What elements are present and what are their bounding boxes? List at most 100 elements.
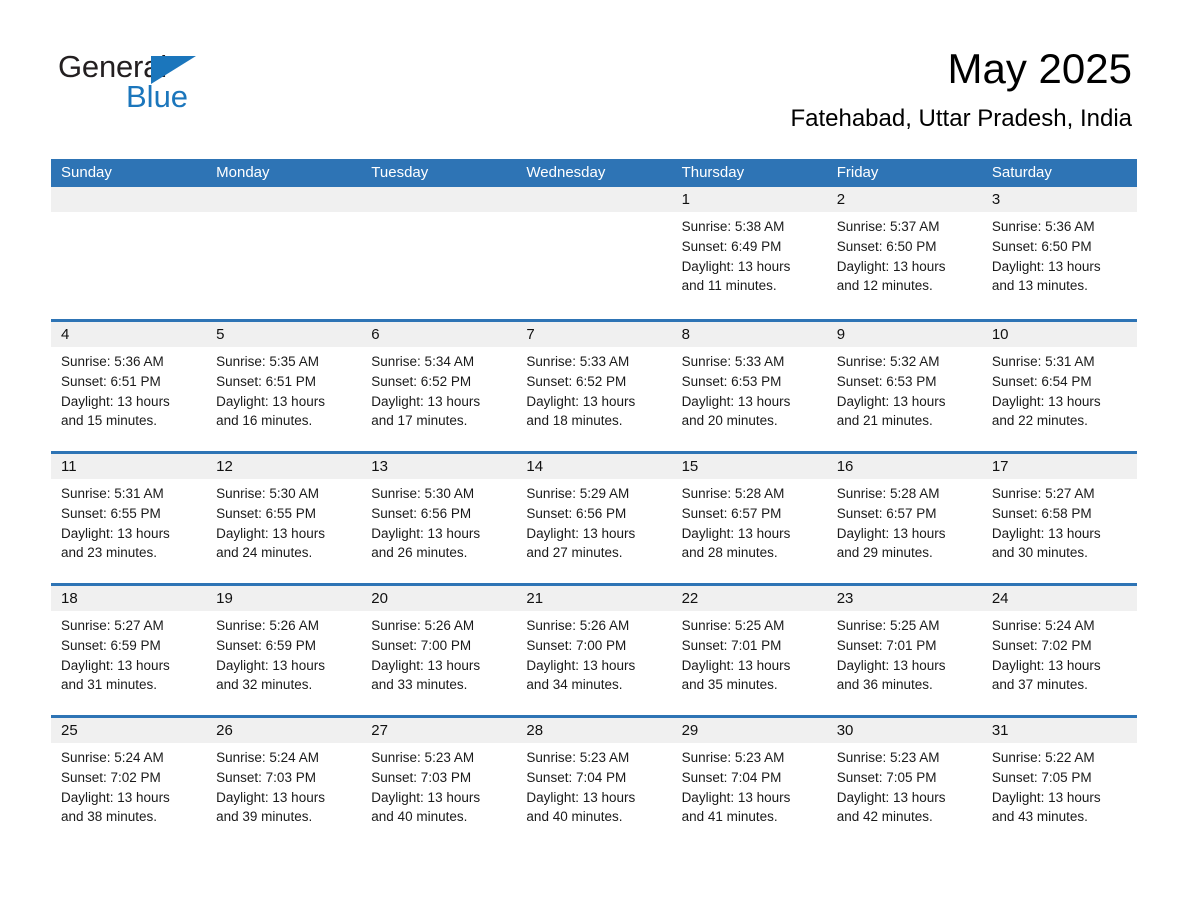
day-details: Sunrise: 5:34 AM Sunset: 6:52 PM Dayligh… [361, 347, 516, 431]
day-details: Sunrise: 5:26 AM Sunset: 7:00 PM Dayligh… [516, 611, 671, 695]
title-block: May 2025 Fatehabad, Uttar Pradesh, India [790, 44, 1132, 134]
day-cell[interactable]: 16 Sunrise: 5:28 AM Sunset: 6:57 PM Dayl… [826, 454, 982, 583]
sunrise-text: Sunrise: 5:30 AM [371, 486, 475, 501]
day-cell[interactable]: 17 Sunrise: 5:27 AM Sunset: 6:58 PM Dayl… [981, 454, 1137, 583]
sunset-text: Sunset: 7:02 PM [61, 769, 161, 785]
daylight-text-line2: and 42 minutes. [836, 809, 933, 825]
day-cell[interactable]: 24 Sunrise: 5:24 AM Sunset: 7:02 PM Dayl… [981, 586, 1137, 715]
day-cell[interactable]: 31 Sunrise: 5:22 AM Sunset: 7:05 PM Dayl… [981, 718, 1137, 847]
day-details: Sunrise: 5:30 AM Sunset: 6:55 PM Dayligh… [206, 479, 361, 563]
day-cell[interactable]: 11 Sunrise: 5:31 AM Sunset: 6:55 PM Dayl… [51, 454, 207, 583]
day-cell[interactable]: 25 Sunrise: 5:24 AM Sunset: 7:02 PM Dayl… [51, 718, 207, 847]
day-details: Sunrise: 5:23 AM Sunset: 7:04 PM Dayligh… [672, 743, 827, 827]
day-cell[interactable]: 3 Sunrise: 5:36 AM Sunset: 6:50 PM Dayli… [981, 187, 1137, 319]
day-cell[interactable]: 2 Sunrise: 5:37 AM Sunset: 6:50 PM Dayli… [826, 187, 982, 319]
day-number [206, 187, 362, 212]
daylight-text-line2: and 17 minutes. [371, 413, 468, 429]
daylight-text-line2: and 16 minutes. [216, 413, 313, 429]
day-cell[interactable] [206, 187, 362, 319]
daylight-text-line1: Daylight: 13 hours [526, 393, 636, 409]
sunset-text: Sunset: 7:00 PM [526, 637, 627, 653]
weekday-header-row: Sunday Monday Tuesday Wednesday Thursday… [51, 159, 1137, 187]
sunset-text: Sunset: 6:52 PM [526, 373, 627, 389]
day-cell[interactable]: 19 Sunrise: 5:26 AM Sunset: 6:59 PM Dayl… [206, 586, 362, 715]
day-cell[interactable]: 7 Sunrise: 5:33 AM Sunset: 6:52 PM Dayli… [516, 322, 672, 451]
day-number: 15 [671, 454, 827, 479]
day-cell[interactable]: 28 Sunrise: 5:23 AM Sunset: 7:04 PM Dayl… [516, 718, 672, 847]
day-number: 11 [51, 454, 207, 479]
day-cell[interactable]: 14 Sunrise: 5:29 AM Sunset: 6:56 PM Dayl… [516, 454, 672, 583]
daylight-text-line2: and 29 minutes. [836, 545, 933, 561]
daylight-text-line1: Daylight: 13 hours [371, 657, 481, 673]
day-number: 30 [826, 718, 982, 743]
logo-text-blue: Blue [126, 79, 189, 114]
day-cell[interactable]: 9 Sunrise: 5:32 AM Sunset: 6:53 PM Dayli… [826, 322, 982, 451]
sunrise-text: Sunrise: 5:23 AM [526, 750, 630, 765]
day-cell[interactable] [361, 187, 517, 319]
day-number: 16 [826, 454, 982, 479]
sunrise-text: Sunrise: 5:31 AM [61, 486, 164, 501]
day-number: 19 [206, 586, 362, 611]
day-number: 20 [361, 586, 517, 611]
day-cell[interactable]: 1 Sunrise: 5:38 AM Sunset: 6:49 PM Dayli… [671, 187, 827, 319]
daylight-text-line1: Daylight: 13 hours [526, 525, 636, 541]
day-cell[interactable]: 13 Sunrise: 5:30 AM Sunset: 6:56 PM Dayl… [361, 454, 517, 583]
day-details: Sunrise: 5:23 AM Sunset: 7:04 PM Dayligh… [516, 743, 671, 827]
day-number: 1 [671, 187, 827, 212]
sunrise-text: Sunrise: 5:23 AM [371, 750, 475, 765]
day-cell[interactable]: 12 Sunrise: 5:30 AM Sunset: 6:55 PM Dayl… [206, 454, 362, 583]
daylight-text-line1: Daylight: 13 hours [216, 789, 325, 805]
sunset-text: Sunset: 6:50 PM [991, 238, 1092, 254]
day-details: Sunrise: 5:23 AM Sunset: 7:03 PM Dayligh… [361, 743, 516, 827]
day-details: Sunrise: 5:36 AM Sunset: 6:51 PM Dayligh… [51, 347, 206, 431]
sunset-text: Sunset: 6:59 PM [61, 637, 161, 653]
day-cell[interactable]: 15 Sunrise: 5:28 AM Sunset: 6:57 PM Dayl… [671, 454, 827, 583]
daylight-text-line1: Daylight: 13 hours [61, 657, 170, 673]
sunrise-text: Sunrise: 5:23 AM [681, 750, 785, 765]
weekday-header-tuesday: Tuesday [371, 164, 429, 181]
daylight-text-line2: and 37 minutes. [991, 677, 1088, 693]
day-number: 9 [826, 322, 982, 347]
sunrise-text: Sunrise: 5:22 AM [991, 750, 1095, 765]
daylight-text-line1: Daylight: 13 hours [991, 525, 1101, 541]
day-cell[interactable]: 18 Sunrise: 5:27 AM Sunset: 6:59 PM Dayl… [51, 586, 207, 715]
day-details: Sunrise: 5:31 AM Sunset: 6:55 PM Dayligh… [51, 479, 206, 563]
day-number: 4 [51, 322, 207, 347]
daylight-text-line1: Daylight: 13 hours [61, 393, 170, 409]
daylight-text-line1: Daylight: 13 hours [216, 657, 325, 673]
day-cell[interactable]: 5 Sunrise: 5:35 AM Sunset: 6:51 PM Dayli… [206, 322, 362, 451]
day-cell[interactable]: 22 Sunrise: 5:25 AM Sunset: 7:01 PM Dayl… [671, 586, 827, 715]
sunset-text: Sunset: 7:01 PM [681, 637, 782, 653]
sunset-text: Sunset: 7:01 PM [836, 637, 937, 653]
weekday-header-friday: Friday [836, 164, 879, 181]
day-cell[interactable]: 8 Sunrise: 5:33 AM Sunset: 6:53 PM Dayli… [671, 322, 827, 451]
sunrise-text: Sunrise: 5:26 AM [371, 618, 475, 633]
week-row: 18 Sunrise: 5:27 AM Sunset: 6:59 PM Dayl… [51, 583, 1137, 715]
sunrise-text: Sunrise: 5:31 AM [991, 354, 1095, 369]
day-cell[interactable]: 27 Sunrise: 5:23 AM Sunset: 7:03 PM Dayl… [361, 718, 517, 847]
sunrise-text: Sunrise: 5:25 AM [681, 618, 785, 633]
day-cell[interactable]: 30 Sunrise: 5:23 AM Sunset: 7:05 PM Dayl… [826, 718, 982, 847]
day-number [361, 187, 517, 212]
sunset-text: Sunset: 6:53 PM [836, 373, 937, 389]
day-cell[interactable]: 6 Sunrise: 5:34 AM Sunset: 6:52 PM Dayli… [361, 322, 517, 451]
daylight-text-line2: and 39 minutes. [216, 809, 313, 825]
day-details: Sunrise: 5:25 AM Sunset: 7:01 PM Dayligh… [672, 611, 827, 695]
sunset-text: Sunset: 6:56 PM [526, 505, 627, 521]
sunrise-text: Sunrise: 5:37 AM [836, 219, 940, 234]
day-number: 2 [826, 187, 982, 212]
weekday-header-wednesday: Wednesday [526, 164, 606, 181]
day-cell[interactable]: 20 Sunrise: 5:26 AM Sunset: 7:00 PM Dayl… [361, 586, 517, 715]
page-title: May 2025 [947, 45, 1132, 92]
day-cell[interactable]: 4 Sunrise: 5:36 AM Sunset: 6:51 PM Dayli… [51, 322, 207, 451]
day-cell[interactable]: 10 Sunrise: 5:31 AM Sunset: 6:54 PM Dayl… [981, 322, 1137, 451]
day-cell[interactable]: 21 Sunrise: 5:26 AM Sunset: 7:00 PM Dayl… [516, 586, 672, 715]
day-number: 10 [981, 322, 1137, 347]
day-cell[interactable]: 29 Sunrise: 5:23 AM Sunset: 7:04 PM Dayl… [671, 718, 827, 847]
day-cell[interactable]: 23 Sunrise: 5:25 AM Sunset: 7:01 PM Dayl… [826, 586, 982, 715]
week-row: 11 Sunrise: 5:31 AM Sunset: 6:55 PM Dayl… [51, 451, 1137, 583]
day-cell[interactable] [516, 187, 672, 319]
daylight-text-line2: and 23 minutes. [61, 545, 158, 561]
day-cell[interactable] [51, 187, 207, 319]
day-cell[interactable]: 26 Sunrise: 5:24 AM Sunset: 7:03 PM Dayl… [206, 718, 362, 847]
